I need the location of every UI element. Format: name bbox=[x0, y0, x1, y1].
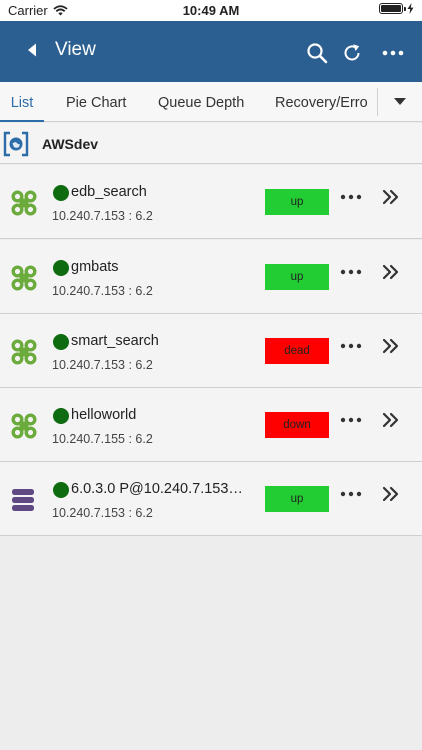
more-options-icon[interactable] bbox=[339, 262, 363, 282]
list-item[interactable]: edb_search 10.240.7.153 : 6.2 up bbox=[0, 165, 422, 239]
more-options-icon[interactable] bbox=[339, 187, 363, 207]
more-options-icon[interactable] bbox=[339, 410, 363, 430]
cluster-icon bbox=[11, 190, 37, 216]
status-bar: Carrier 10:49 AM bbox=[0, 0, 422, 21]
group-header[interactable]: AWSdev bbox=[0, 123, 422, 164]
environment-icon bbox=[3, 131, 29, 157]
status-badge[interactable]: up bbox=[265, 189, 329, 215]
status-badge[interactable]: up bbox=[265, 486, 329, 512]
tab-recovery-error[interactable]: Recovery/Erro bbox=[275, 82, 368, 122]
refresh-icon[interactable] bbox=[340, 41, 364, 65]
tab-list[interactable]: List bbox=[0, 82, 44, 122]
list-item[interactable]: 6.0.3.0 P@10.240.7.153… 10.240.7.153 : 6… bbox=[0, 462, 422, 536]
list-item[interactable]: smart_search 10.240.7.153 : 6.2 dead bbox=[0, 314, 422, 388]
group-title: AWSdev bbox=[42, 136, 99, 152]
item-address: 10.240.7.153 : 6.2 bbox=[52, 284, 153, 298]
item-name: edb_search bbox=[71, 184, 147, 200]
status-indicator-dot bbox=[53, 334, 69, 350]
cluster-icon bbox=[11, 339, 37, 365]
double-chevron-right-icon[interactable] bbox=[380, 336, 402, 356]
double-chevron-right-icon[interactable] bbox=[380, 484, 402, 504]
tab-queue-depth[interactable]: Queue Depth bbox=[158, 82, 258, 122]
cluster-icon bbox=[11, 413, 37, 439]
item-name: smart_search bbox=[71, 333, 159, 349]
cluster-icon bbox=[11, 265, 37, 291]
item-address: 10.240.7.153 : 6.2 bbox=[52, 358, 153, 372]
more-options-icon[interactable] bbox=[339, 336, 363, 356]
status-bar-right bbox=[379, 3, 414, 14]
status-indicator-dot bbox=[53, 408, 69, 424]
double-chevron-right-icon[interactable] bbox=[380, 187, 402, 207]
status-indicator-dot bbox=[53, 260, 69, 276]
double-chevron-right-icon[interactable] bbox=[380, 410, 402, 430]
list-item[interactable]: helloworld 10.240.7.155 : 6.2 down bbox=[0, 388, 422, 462]
battery-icon bbox=[379, 3, 406, 14]
tab-pie-chart[interactable]: Pie Chart bbox=[66, 82, 146, 122]
status-time: 10:49 AM bbox=[182, 3, 240, 18]
page-title: View bbox=[55, 39, 96, 60]
double-chevron-right-icon[interactable] bbox=[380, 262, 402, 282]
status-badge[interactable]: up bbox=[265, 264, 329, 290]
status-badge[interactable]: down bbox=[265, 412, 329, 438]
tab-label: List bbox=[10, 95, 34, 111]
item-address: 10.240.7.153 : 6.2 bbox=[52, 209, 153, 223]
tab-bar: List Pie Chart Queue Depth Recovery/Erro bbox=[0, 82, 422, 122]
more-options-icon[interactable] bbox=[339, 484, 363, 504]
more-options-icon[interactable] bbox=[379, 43, 407, 63]
status-indicator-dot bbox=[53, 482, 69, 498]
item-name: gmbats bbox=[71, 259, 119, 275]
item-address: 10.240.7.153 : 6.2 bbox=[52, 506, 153, 520]
status-indicator-dot bbox=[53, 185, 69, 201]
item-name: helloworld bbox=[71, 407, 137, 423]
search-icon[interactable] bbox=[305, 41, 329, 65]
server-stack-icon bbox=[12, 489, 34, 511]
navigation-bar: View bbox=[0, 21, 422, 82]
list-item[interactable]: gmbats 10.240.7.153 : 6.2 up bbox=[0, 240, 422, 314]
item-address: 10.240.7.155 : 6.2 bbox=[52, 432, 153, 446]
list-empty-area bbox=[0, 537, 422, 750]
dropdown-arrow-icon[interactable] bbox=[378, 82, 422, 122]
active-tab-indicator bbox=[0, 120, 44, 122]
charging-bolt-icon bbox=[407, 3, 414, 14]
status-badge[interactable]: dead bbox=[265, 338, 329, 364]
back-arrow-icon[interactable] bbox=[22, 40, 42, 60]
item-name: 6.0.3.0 P@10.240.7.153… bbox=[71, 481, 243, 497]
